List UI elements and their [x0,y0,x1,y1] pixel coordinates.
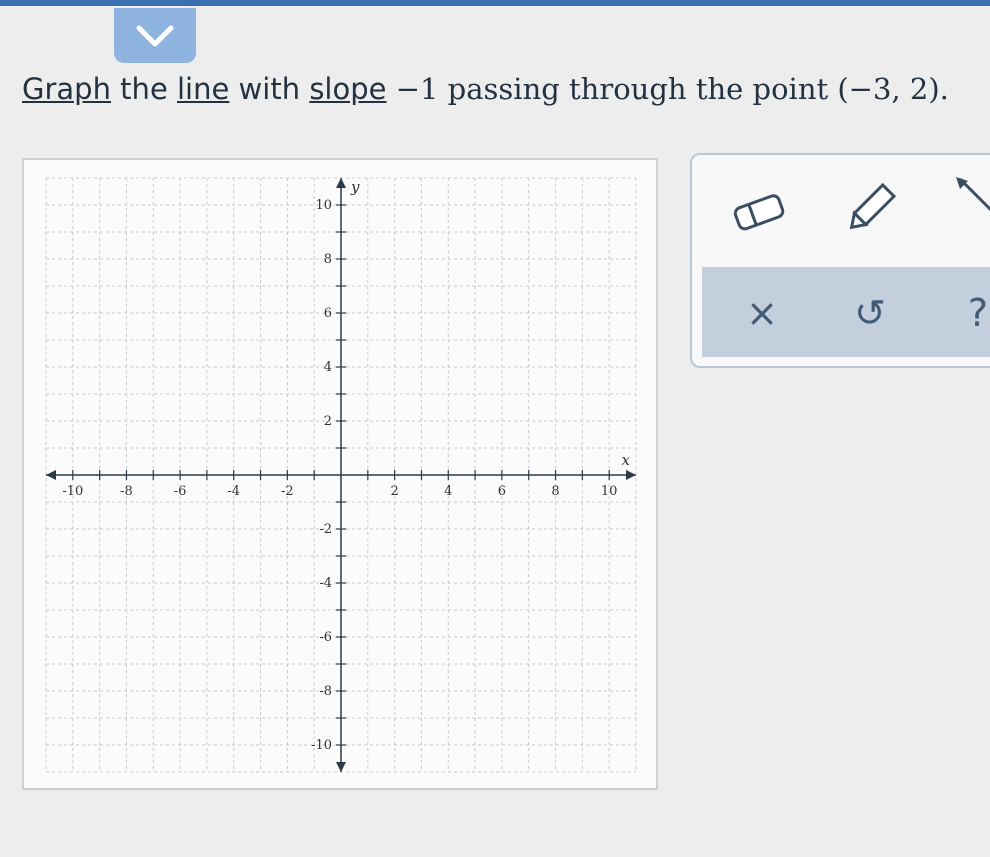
line-tool-button[interactable] [952,175,990,227]
x-tick-label: -4 [227,484,240,499]
y-tick-label: 6 [324,306,332,321]
graph-panel[interactable]: -10 -8 -6 -4 -2 2 4 6 8 10 10 8 6 4 2 -2 -4 -6 -8 -10 x y [22,158,658,790]
x-tick-label: -10 [62,484,83,499]
question-prompt: Graph the line with slope −1 passing thr… [22,72,949,106]
help-icon: ? [967,291,989,335]
drawing-toolbox: × ↺ ? [690,153,990,368]
top-bar [0,0,990,6]
x-tick-label: 8 [551,484,559,499]
prompt-text: with [229,72,310,106]
close-icon: × [746,291,778,335]
clear-button[interactable]: × [732,283,792,343]
x-tick-label: 2 [390,484,398,499]
undo-button[interactable]: ↺ [840,283,900,343]
action-bar: × ↺ ? [702,267,990,357]
y-tick-label: 10 [315,198,332,213]
y-axis-arrow-up [336,178,346,188]
y-tick-label: -2 [319,522,332,537]
eraser-icon [733,194,785,231]
y-tick-label: 8 [324,252,332,267]
x-axis-arrow-right [626,470,636,480]
coordinate-grid[interactable]: -10 -8 -6 -4 -2 2 4 6 8 10 10 8 6 4 2 -2 -4 -6 -8 -10 x y [24,160,656,788]
x-axis-label: x [622,451,631,469]
eraser-tool-button[interactable] [730,187,790,241]
x-tick-label: 4 [444,484,452,499]
graph-glossary-link[interactable]: Graph [22,72,111,106]
chevron-down-icon [136,25,174,46]
y-tick-label: -4 [319,576,332,591]
line-tool-icon [956,177,990,212]
x-tick-label: -8 [120,484,133,499]
undo-icon: ↺ [854,291,886,335]
y-tick-label: -6 [319,630,332,645]
x-tick-label: -6 [174,484,187,499]
slope-glossary-link[interactable]: slope [309,72,386,106]
x-axis-arrow-left [46,470,56,480]
x-tick-label: 6 [498,484,506,499]
y-tick-label: 2 [324,414,332,429]
y-tick-label: -10 [311,738,332,753]
prompt-text: the [110,72,177,106]
pencil-icon [849,182,897,230]
y-tick-label: 4 [324,360,332,375]
pencil-tool-button[interactable] [840,179,900,243]
help-button[interactable]: ? [948,283,990,343]
collapse-button[interactable] [114,8,196,63]
x-tick-label: 10 [601,484,618,499]
y-tick-label: -8 [319,684,332,699]
y-axis-label: y [350,178,360,196]
x-tick-label: -2 [281,484,294,499]
prompt-math: −1 passing through the point (−3, 2). [386,72,949,106]
tool-row [692,155,990,265]
line-glossary-link[interactable]: line [177,72,229,106]
y-axis-arrow-down [336,762,346,772]
